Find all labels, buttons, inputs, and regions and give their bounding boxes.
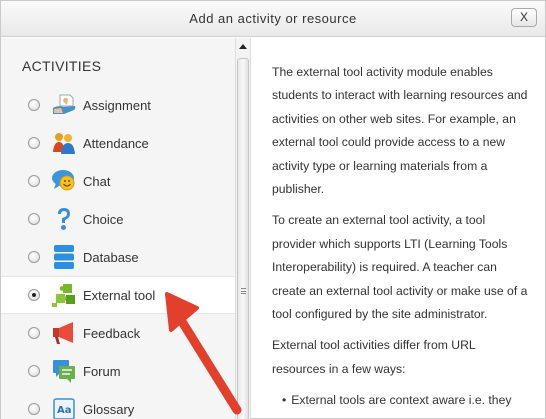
database-icon bbox=[54, 245, 74, 269]
activity-label: Chat bbox=[83, 173, 111, 189]
scroll-thumb[interactable] bbox=[237, 58, 249, 419]
activities-heading: ACTIVITIES bbox=[22, 58, 102, 74]
activity-label: External tool bbox=[83, 287, 156, 303]
radio-glossary[interactable] bbox=[28, 403, 40, 415]
activity-item-attendance[interactable]: Attendance bbox=[1, 124, 235, 162]
activity-label: Forum bbox=[83, 363, 121, 379]
scroll-up-arrow-icon[interactable] bbox=[239, 44, 247, 49]
attendance-icon bbox=[53, 133, 75, 154]
radio-chat[interactable] bbox=[28, 175, 40, 187]
activity-label: Choice bbox=[83, 211, 124, 227]
svg-text:Aa: Aa bbox=[57, 405, 72, 416]
activity-item-feedback[interactable]: Feedback bbox=[1, 314, 235, 352]
scroll-grip-icon bbox=[241, 288, 246, 294]
description-paragraph: The external tool activity module enable… bbox=[272, 65, 528, 197]
activity-label: Database bbox=[83, 249, 139, 265]
activity-label: Glossary bbox=[83, 401, 135, 417]
dialog-title: Add an activity or resource bbox=[189, 11, 357, 26]
radio-feedback[interactable] bbox=[28, 327, 40, 339]
forum-icon bbox=[53, 360, 75, 383]
radio-database[interactable] bbox=[28, 251, 40, 263]
radio-assignment[interactable] bbox=[28, 99, 40, 111]
list-scrollbar[interactable] bbox=[235, 38, 251, 419]
assignment-icon bbox=[53, 94, 76, 114]
radio-choice[interactable] bbox=[28, 213, 40, 225]
activity-list: ACTIVITIES Assignment Attendance Chat Ch… bbox=[1, 38, 235, 419]
activity-label: Feedback bbox=[83, 325, 141, 341]
activity-item-external-tool[interactable]: External tool bbox=[1, 276, 235, 314]
radio-attendance[interactable] bbox=[28, 137, 40, 149]
activity-item-forum[interactable]: Forum bbox=[1, 352, 235, 390]
activity-item-chat[interactable]: Chat bbox=[1, 162, 235, 200]
activity-item-database[interactable]: Database bbox=[1, 238, 235, 276]
activity-item-assignment[interactable]: Assignment bbox=[1, 86, 235, 124]
description-paragraph: External tool activities differ from URL… bbox=[272, 338, 476, 376]
radio-forum[interactable] bbox=[28, 365, 40, 377]
activity-item-choice[interactable]: Choice bbox=[1, 200, 235, 238]
activity-label: Attendance bbox=[83, 135, 149, 151]
feedback-icon bbox=[53, 322, 73, 344]
close-button[interactable]: X bbox=[511, 8, 537, 27]
glossary-icon: Aa bbox=[53, 398, 75, 419]
dialog-titlebar: Add an activity or resource X bbox=[1, 1, 545, 37]
add-activity-dialog: Add an activity or resource X ACTIVITIES… bbox=[0, 0, 546, 419]
description-bullet: External tools are context aware i.e. th… bbox=[272, 389, 532, 412]
description-paragraph: To create an external tool activity, a t… bbox=[272, 213, 528, 322]
choice-icon bbox=[58, 208, 70, 230]
chat-icon bbox=[52, 170, 75, 191]
activity-description: The external tool activity module enable… bbox=[252, 38, 546, 419]
activity-label: Assignment bbox=[83, 97, 151, 113]
radio-external-tool[interactable] bbox=[28, 289, 40, 301]
description-list: External tools are context aware i.e. th… bbox=[272, 389, 532, 412]
external-tool-icon bbox=[52, 284, 75, 307]
activity-item-glossary[interactable]: Aa Glossary bbox=[1, 390, 235, 419]
